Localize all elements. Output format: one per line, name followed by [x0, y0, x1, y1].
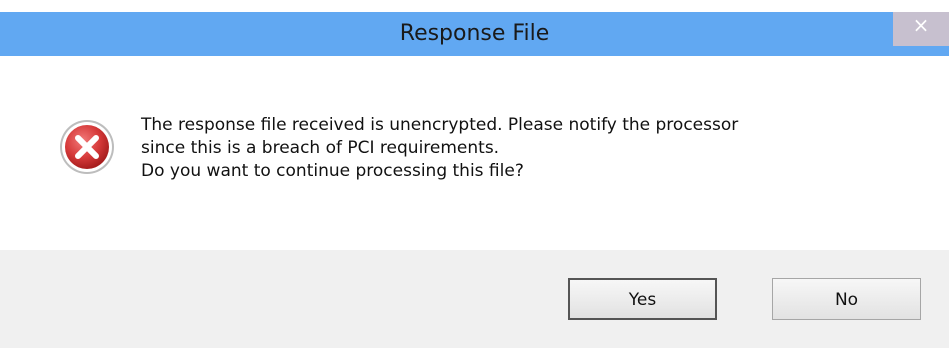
error-icon — [60, 120, 114, 174]
response-file-dialog: Response File × The response file receiv… — [0, 0, 949, 348]
no-button[interactable]: No — [772, 278, 921, 320]
message-line: Do you want to continue processing this … — [141, 161, 524, 181]
dialog-title: Response File — [399, 21, 550, 46]
close-button[interactable]: × — [893, 12, 949, 46]
yes-button[interactable]: Yes — [568, 278, 717, 320]
message-area: The response file received is unencrypte… — [0, 56, 949, 250]
message-line: since this is a breach of PCI requiremen… — [141, 138, 500, 158]
message-text: The response file received is unencrypte… — [141, 114, 921, 183]
title-bar[interactable]: Response File × — [0, 12, 949, 56]
message-line: The response file received is unencrypte… — [141, 115, 739, 135]
